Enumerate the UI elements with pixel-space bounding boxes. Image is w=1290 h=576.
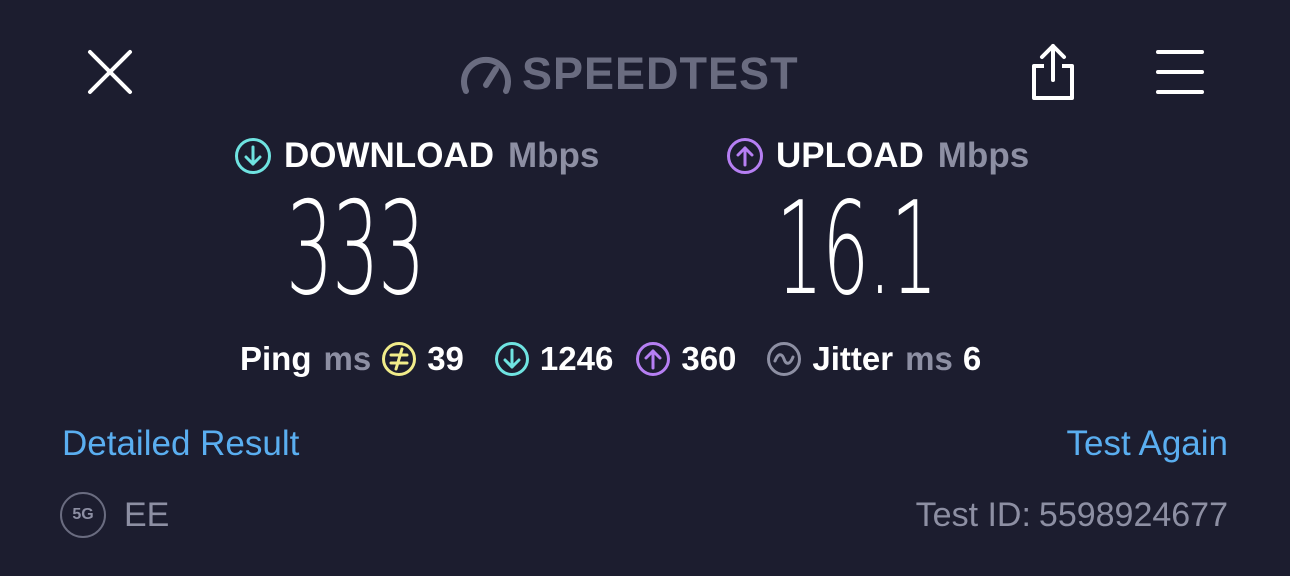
close-button[interactable]	[84, 46, 136, 98]
idle-ping-icon	[381, 341, 417, 377]
download-value: 333	[286, 175, 425, 324]
test-id-label: Test ID:	[915, 496, 1031, 534]
download-label: DOWNLOAD	[284, 136, 494, 175]
menu-button[interactable]	[1156, 48, 1204, 96]
test-id-value: 5598924677	[1038, 496, 1228, 534]
upload-label: UPLOAD	[776, 136, 924, 175]
upload-arrow-icon	[727, 138, 763, 174]
ping-unit: ms	[323, 340, 372, 377]
upload-unit: Mbps	[937, 136, 1030, 175]
upload-header: UPLOAD Mbps	[726, 134, 1029, 178]
download-ping-value: 1246	[539, 340, 614, 377]
jitter-unit: ms	[905, 340, 953, 377]
detailed-result-link[interactable]: Detailed Result	[62, 424, 299, 464]
ping-label: Ping	[240, 340, 312, 377]
upload-ping-icon	[635, 341, 671, 377]
test-id: Test ID: 5598924677	[908, 496, 1228, 535]
share-button[interactable]	[1028, 42, 1078, 102]
carrier-name: EE	[124, 495, 170, 534]
jitter-label: Jitter	[812, 340, 894, 377]
menu-icon	[1156, 50, 1204, 94]
test-again-link[interactable]: Test Again	[1067, 424, 1229, 464]
download-ping-icon	[494, 341, 530, 377]
speedtest-logo: SPEEDTEST	[458, 46, 799, 102]
download-unit: Mbps	[507, 136, 600, 175]
close-icon	[88, 50, 132, 94]
download-header: DOWNLOAD Mbps	[234, 134, 599, 178]
network-5g-badge: 5G	[60, 492, 106, 538]
jitter-icon	[766, 341, 802, 377]
speedometer-icon	[461, 56, 511, 94]
upload-value: 16.1	[776, 175, 938, 324]
share-icon	[1032, 44, 1074, 100]
jitter-value: 6	[962, 340, 982, 377]
upload-ping-value: 360	[681, 340, 737, 377]
carrier-info: 5G EE	[60, 492, 169, 538]
brand-name: SPEEDTEST	[522, 48, 799, 99]
download-arrow-icon	[235, 138, 271, 174]
ping-jitter-row: Ping ms 39 1246 360 Jitter ms 6	[240, 336, 981, 382]
idle-ping-value: 39	[427, 340, 464, 377]
